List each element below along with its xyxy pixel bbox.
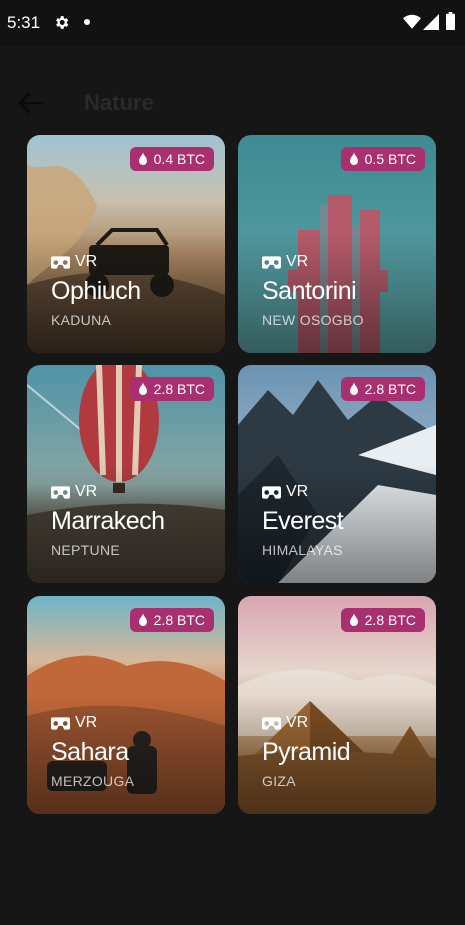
card-ophiuch[interactable]: 0.4 BTC VR Ophiuch KADUNA xyxy=(27,135,225,353)
card-location: KADUNA xyxy=(51,312,112,328)
price-value: 2.8 BTC xyxy=(153,381,205,397)
vr-tag: VR xyxy=(51,483,97,501)
gear-icon xyxy=(56,16,69,29)
card-location: NEW OSOGBO xyxy=(262,312,364,328)
flame-icon xyxy=(349,382,358,395)
price-value: 0.5 BTC xyxy=(364,151,416,167)
card-location: HIMALAYAS xyxy=(262,542,343,558)
vr-headset-icon xyxy=(51,255,70,269)
card-title: Santorini xyxy=(262,277,357,305)
card-marrakech[interactable]: 2.8 BTC VR Marrakech NEPTUNE xyxy=(27,365,225,583)
card-everest[interactable]: 2.8 BTC VR Everest HIMALAYAS xyxy=(238,365,436,583)
vr-label: VR xyxy=(75,253,98,270)
notification-dot-icon xyxy=(84,19,90,25)
card-santorini[interactable]: 0.5 BTC VR Santorini NEW OSOGBO xyxy=(238,135,436,353)
status-time: 5:31 xyxy=(7,13,41,32)
vr-headset-icon xyxy=(51,716,70,730)
price-value: 2.8 BTC xyxy=(364,612,416,628)
card-location: MERZOUGA xyxy=(51,773,135,789)
vr-label: VR xyxy=(286,714,309,731)
flame-icon xyxy=(349,613,358,626)
price-badge: 2.8 BTC xyxy=(129,377,214,401)
battery-icon xyxy=(446,12,455,30)
card-title: Marrakech xyxy=(51,507,165,535)
flame-icon xyxy=(138,613,147,626)
price-badge: 0.5 BTC xyxy=(340,147,425,171)
vr-headset-icon xyxy=(262,485,281,499)
vr-tag: VR xyxy=(262,253,308,271)
card-location: NEPTUNE xyxy=(51,542,120,558)
card-sahara[interactable]: 2.8 BTC VR Sahara MERZOUGA xyxy=(27,596,225,814)
vr-label: VR xyxy=(286,253,309,270)
vr-headset-icon xyxy=(262,716,281,730)
flame-icon xyxy=(138,152,147,165)
card-title: Ophiuch xyxy=(51,277,141,305)
vr-headset-icon xyxy=(262,255,281,269)
back-button[interactable] xyxy=(14,88,46,118)
card-title: Sahara xyxy=(51,738,129,766)
price-badge: 0.4 BTC xyxy=(129,147,214,171)
status-bar: 5:31 xyxy=(0,0,465,46)
page-title: Nature xyxy=(84,90,154,115)
flame-icon xyxy=(349,152,358,165)
price-value: 0.4 BTC xyxy=(153,151,205,167)
vr-tag: VR xyxy=(51,714,97,732)
flame-icon xyxy=(138,382,147,395)
card-location: GIZA xyxy=(262,773,296,789)
price-badge: 2.8 BTC xyxy=(129,608,214,632)
vr-label: VR xyxy=(286,483,309,500)
vr-headset-icon xyxy=(51,485,70,499)
card-pyramid[interactable]: 2.8 BTC VR Pyramid GIZA xyxy=(238,596,436,814)
wifi-icon xyxy=(403,14,421,29)
app-bar: Nature xyxy=(0,68,465,138)
vr-tag: VR xyxy=(262,483,308,501)
vr-label: VR xyxy=(75,483,98,500)
price-badge: 2.8 BTC xyxy=(340,608,425,632)
price-value: 2.8 BTC xyxy=(364,381,416,397)
price-value: 2.8 BTC xyxy=(153,612,205,628)
vr-tag: VR xyxy=(51,253,97,271)
vr-label: VR xyxy=(75,714,98,731)
vr-tag: VR xyxy=(262,714,308,732)
card-title: Everest xyxy=(262,507,344,535)
signal-icon xyxy=(423,14,439,30)
card-title: Pyramid xyxy=(262,738,351,766)
price-badge: 2.8 BTC xyxy=(340,377,425,401)
